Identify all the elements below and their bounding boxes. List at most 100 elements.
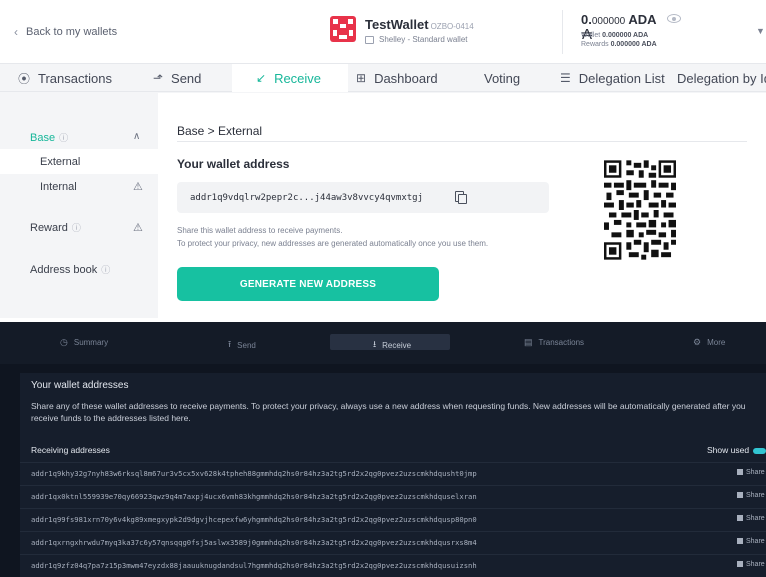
- rewards-label: Rewards: [581, 41, 609, 48]
- clock-icon: ◷: [60, 337, 68, 347]
- copy-icon[interactable]: [455, 191, 467, 204]
- receive-icon: ⭳: [373, 339, 377, 349]
- sidebar-item-label: Reward ⓘ: [30, 221, 81, 234]
- receive-icon: ↙: [256, 71, 267, 85]
- share-icon: [737, 515, 743, 521]
- receiving-addresses-label: Receiving addresses: [31, 445, 110, 455]
- wallet-avatar-icon: [330, 16, 356, 42]
- top-bar: ‹ Back to my wallets TestWallet OZBO-0414…: [0, 0, 766, 64]
- wallet-balance-label: Wallet: [581, 32, 601, 39]
- tab-label: Transactions: [538, 338, 585, 347]
- sidebar-reward-text: Reward: [30, 222, 68, 234]
- tab-receive[interactable]: ↙ Receive: [232, 64, 348, 92]
- sidebar-item-external[interactable]: External: [0, 149, 158, 174]
- sidebar-item-label: Base ⓘ: [30, 131, 68, 144]
- receiving-address[interactable]: addr1qx0ktnl559939e70qy66923qwz9q4m7axpj…: [31, 492, 477, 501]
- show-used-toggle[interactable]: [753, 448, 766, 454]
- address-row: addr1qxrngxhrwdu7myq3ka37c6y57qnsqqg0fsj…: [20, 531, 766, 554]
- light-wallet-panel: ‹ Back to my wallets TestWallet OZBO-0414…: [0, 0, 766, 318]
- wallet-addresses-card: Your wallet addresses Share any of these…: [20, 373, 766, 577]
- gear-icon: ⚙: [693, 337, 702, 347]
- sidebar-item-address-book[interactable]: Address book ⓘ: [0, 263, 158, 279]
- sidebar-item-label: Address book ⓘ: [30, 263, 110, 276]
- wallet-tabs: ⦿ Transactions ⬏ Send ↙ Receive ⊞ Dashbo…: [0, 64, 766, 92]
- share-label: Share: [746, 538, 765, 545]
- share-button[interactable]: Share: [737, 492, 765, 499]
- wallet-name: TestWallet OZBO-0414: [365, 17, 474, 32]
- tab-send[interactable]: ⬏ Send: [153, 64, 201, 92]
- sidebar-item-base[interactable]: Base ⓘ ∧: [0, 131, 158, 147]
- tab-label: Delegation by Id: [677, 70, 766, 86]
- receiving-address[interactable]: addr1qxrngxhrwdu7myq3ka37c6y57qnsqqg0fsj…: [31, 538, 477, 547]
- tab-label: Voting: [484, 70, 521, 86]
- share-button[interactable]: Share: [737, 538, 765, 545]
- share-label: Share: [746, 469, 765, 476]
- breadcrumb: Base > External: [177, 124, 263, 138]
- privacy-hint: To protect your privacy, new addresses a…: [177, 239, 489, 248]
- share-icon: [737, 492, 743, 498]
- sidebar-item-label: Internal: [40, 181, 77, 193]
- wallet-balance: 0.000000 ADA Wallet 0.000000 ADA Rewards…: [581, 12, 657, 49]
- receiving-address[interactable]: addr1q99fs981xrn70y6v4kg89xmegxypk2d9dgv…: [31, 515, 477, 524]
- chevron-down-icon[interactable]: ▼: [756, 26, 765, 36]
- wallet-address-value[interactable]: addr1q9vdqlrw2pepr2c...j44aw3v8vvcy4qvmx…: [190, 193, 423, 203]
- tab-voting[interactable]: Voting: [484, 64, 520, 92]
- back-to-wallets-link[interactable]: ‹ Back to my wallets: [14, 25, 117, 39]
- wallet-name-text: TestWallet: [365, 17, 429, 32]
- share-label: Share: [746, 515, 765, 522]
- wallet-address-box: addr1q9vdqlrw2pepr2c...j44aw3v8vvcy4qvmx…: [177, 182, 549, 213]
- transactions-icon: ⦿: [18, 71, 31, 86]
- dark-tab-more[interactable]: ⚙ More: [693, 337, 725, 348]
- wallet-type: Shelley - Standard wallet: [365, 35, 468, 44]
- address-row: addr1q9zfz04q7pa7z15p3mwm47eyzdx88jaauuk…: [20, 554, 766, 577]
- wallet-type-icon: [365, 35, 374, 44]
- balance-main: 0.000000 ADA: [581, 12, 657, 27]
- dark-tab-send[interactable]: ⭱ Send: [228, 337, 256, 353]
- wallet-balance-value: 0.000000 ADA: [602, 32, 649, 39]
- tab-label: Delegation List: [578, 70, 665, 86]
- share-icon: [737, 469, 743, 475]
- divider: [562, 10, 563, 54]
- dark-tab-transactions[interactable]: ▤ Transactions: [524, 337, 584, 348]
- info-icon: ⓘ: [71, 223, 81, 233]
- balance-decimals: 000000: [591, 16, 626, 27]
- generate-new-address-button[interactable]: GENERATE NEW ADDRESS: [177, 267, 439, 301]
- share-label: Share: [746, 561, 765, 568]
- send-icon: ⬏: [153, 71, 164, 85]
- divider: [177, 141, 747, 142]
- wallet-type-text: Shelley - Standard wallet: [379, 35, 468, 44]
- list-icon: ☰: [560, 71, 571, 85]
- balance-breakdown: Wallet 0.000000 ADA Rewards 0.000000 ADA: [581, 31, 657, 49]
- share-button[interactable]: Share: [737, 515, 765, 522]
- share-hint: Share this wallet address to receive pay…: [177, 226, 343, 235]
- warning-icon: ⚠: [133, 222, 143, 234]
- screenshot: ‹ Back to my wallets TestWallet OZBO-0414…: [0, 0, 766, 577]
- tab-dashboard[interactable]: ⊞ Dashboard: [356, 64, 438, 92]
- share-label: Share: [746, 492, 765, 499]
- share-icon: [737, 538, 743, 544]
- sidebar-item-internal[interactable]: Internal ⚠: [0, 174, 158, 199]
- chevron-up-icon[interactable]: ∧: [133, 131, 140, 142]
- wallet-address-title: Your wallet address: [177, 157, 290, 171]
- wallet-id: OZBO-0414: [430, 22, 474, 31]
- receiving-address[interactable]: addr1q9khy32g7nyh83w6rksql8m67ur3v5cx5xv…: [31, 469, 477, 478]
- eye-icon[interactable]: [667, 14, 681, 23]
- dark-tab-summary[interactable]: ◷ Summary: [60, 337, 108, 348]
- wallet-addresses-description: Share any of these wallet addresses to r…: [31, 401, 746, 423]
- tab-transactions[interactable]: ⦿ Transactions: [18, 64, 112, 92]
- info-icon: ⓘ: [101, 265, 111, 275]
- address-sidebar: Base ⓘ ∧ External Internal ⚠ Reward ⓘ ⚠ Ad…: [0, 93, 158, 318]
- share-icon: [737, 561, 743, 567]
- address-row: addr1q99fs981xrn70y6v4kg89xmegxypk2d9dgv…: [20, 508, 766, 531]
- share-button[interactable]: Share: [737, 469, 765, 476]
- chevron-left-icon: ‹: [14, 25, 18, 39]
- sidebar-item-reward[interactable]: Reward ⓘ ⚠: [0, 221, 158, 237]
- dark-tab-receive[interactable]: ⭳ Receive: [373, 337, 411, 353]
- tab-delegation-by-id[interactable]: Delegation by Id: [677, 64, 766, 92]
- tab-delegation-list[interactable]: ☰ Delegation List: [560, 64, 665, 92]
- back-label: Back to my wallets: [26, 26, 118, 38]
- send-icon: ⭱: [228, 339, 232, 349]
- share-button[interactable]: Share: [737, 561, 765, 568]
- receiving-address[interactable]: addr1q9zfz04q7pa7z15p3mwm47eyzdx88jaauuk…: [31, 561, 477, 570]
- wallet-addresses-title: Your wallet addresses: [31, 380, 129, 391]
